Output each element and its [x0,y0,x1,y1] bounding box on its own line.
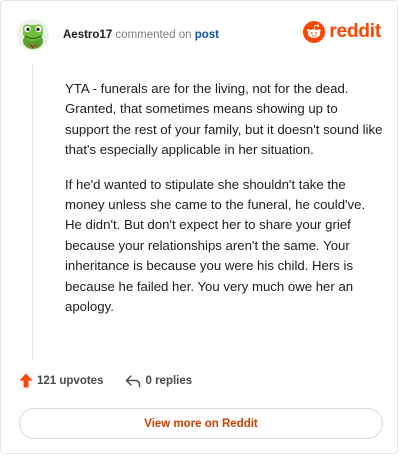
reply-button[interactable]: 0 replies [125,374,192,388]
reply-arrow-icon [126,374,141,387]
reddit-logo[interactable]: reddit [303,21,381,43]
comment-paragraph-1: YTA - funerals are for the living, not f… [65,81,383,158]
upvote-count: 121 upvotes [37,374,104,387]
reddit-wordmark: reddit [329,21,381,42]
username-link[interactable]: Aestro17 [63,29,112,41]
post-link[interactable]: post [195,29,219,41]
comment-paragraph-2: If he'd wanted to stipulate she shouldn'… [65,176,366,315]
reddit-snoo-icon [303,21,326,43]
comment-body: YTA - funerals are for the living, not f… [65,79,383,331]
upvote-arrow-icon [19,373,33,388]
action-text: commented on [115,29,192,41]
thread-line [32,65,33,359]
comment-meta: Aestro17 commented on post [63,29,219,41]
comment-footer: 121 upvotes 0 replies [19,373,192,388]
green-frog-avatar-icon[interactable] [17,19,49,51]
upvote-button[interactable]: 121 upvotes [19,373,103,388]
view-more-on-reddit-button[interactable]: View more on Reddit [19,408,383,439]
comment-embed-card: Aestro17 commented on post reddit YTA - … [0,0,398,454]
reply-count: 0 replies [145,374,193,387]
